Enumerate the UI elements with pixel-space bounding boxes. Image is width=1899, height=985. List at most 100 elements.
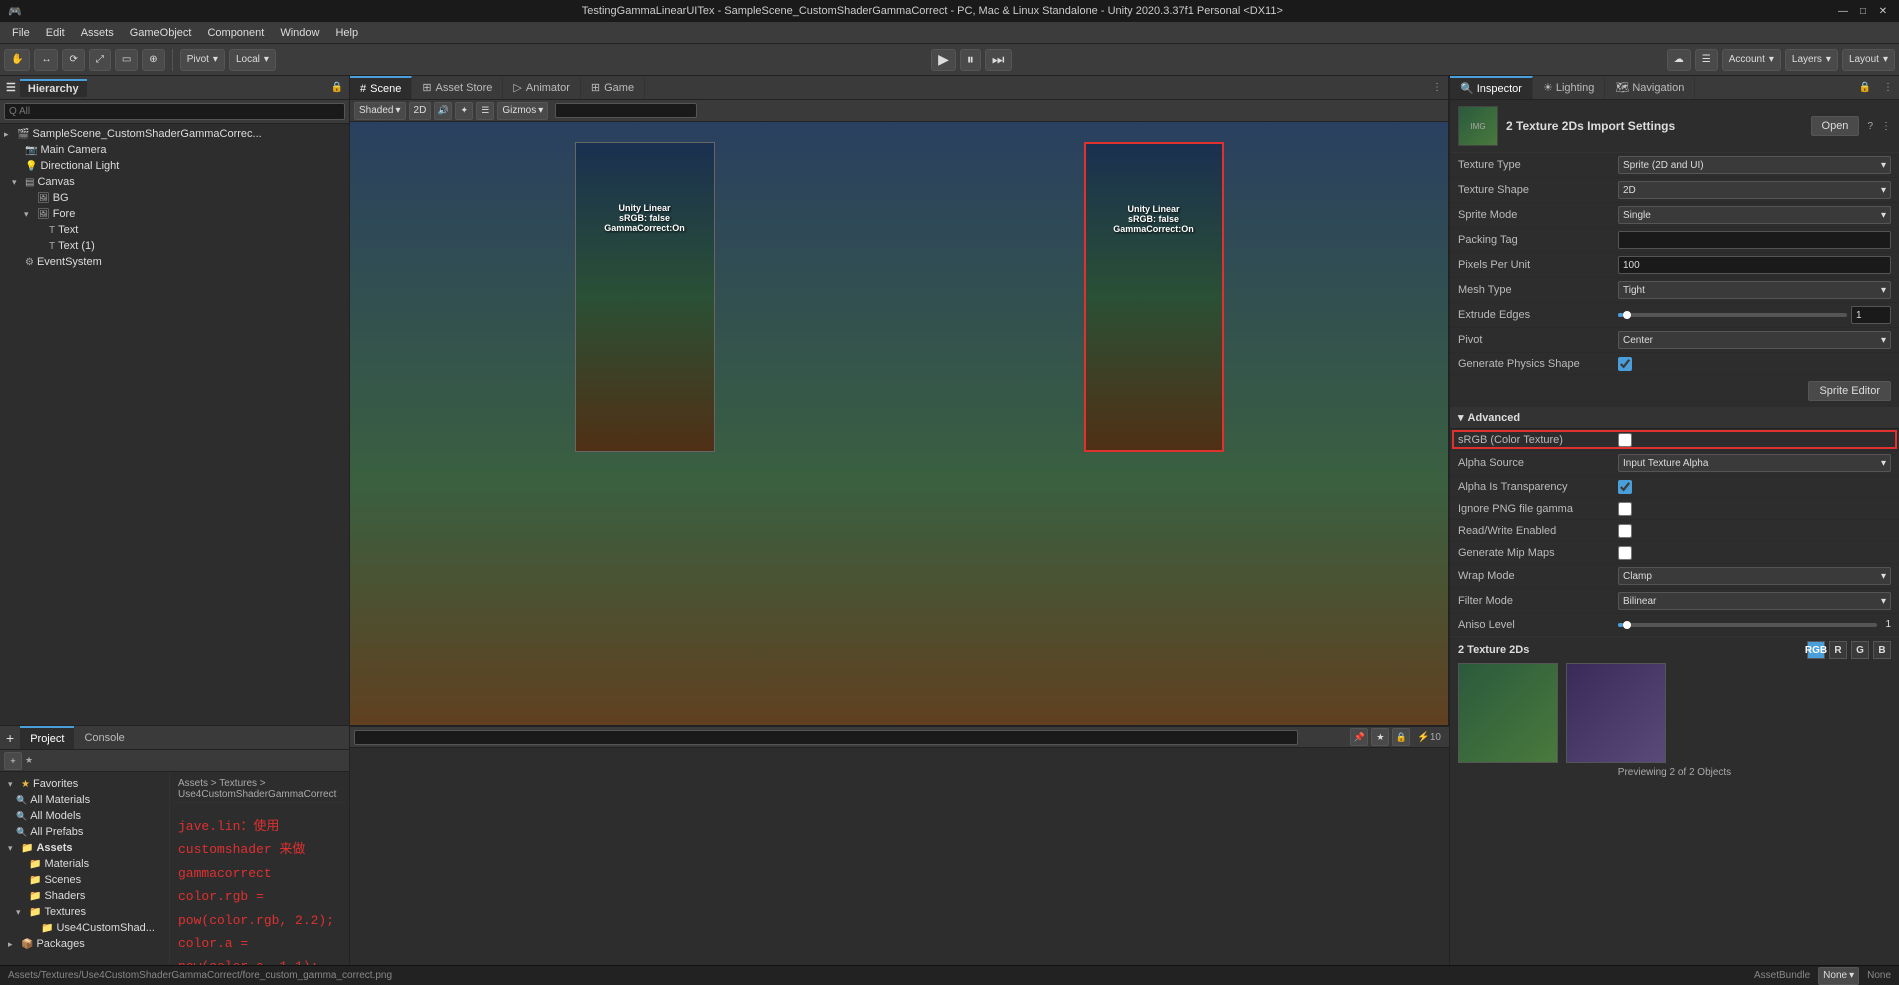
pause-button[interactable]: ⏸ [960, 49, 981, 71]
mode-2d-btn[interactable]: 2D [409, 102, 432, 120]
transform-scale[interactable]: ⤢ [89, 49, 111, 71]
tab-game[interactable]: ⊞ Game [581, 76, 645, 99]
pixels-per-unit-input[interactable] [1618, 256, 1891, 274]
hierarchy-lock[interactable]: 🔒 [331, 82, 343, 93]
alpha-source-dropdown[interactable]: Input Texture Alpha ▾ [1618, 454, 1891, 472]
read-write-checkbox[interactable] [1618, 524, 1632, 538]
list-item[interactable]: T Text [0, 222, 349, 238]
bottom-star-btn[interactable]: ★ [1371, 728, 1389, 746]
advanced-section-header[interactable]: ▾ Advanced [1450, 407, 1899, 429]
alpha-transparency-checkbox[interactable] [1618, 480, 1632, 494]
shading-dropdown[interactable]: Shaded ▾ [354, 102, 406, 120]
aniso-slider[interactable] [1618, 623, 1877, 627]
tab-lighting[interactable]: ☀ Lighting [1533, 76, 1605, 99]
list-item[interactable]: 🔍 All Materials [4, 792, 165, 808]
sprite-mode-dropdown[interactable]: Single ▾ [1618, 206, 1891, 224]
menu-help[interactable]: Help [327, 25, 366, 41]
transform-hand[interactable]: ✋ [4, 49, 30, 71]
close-button[interactable]: ✕ [1875, 3, 1891, 19]
menu-edit[interactable]: Edit [38, 25, 73, 41]
filter-mode-dropdown[interactable]: Bilinear ▾ [1618, 592, 1891, 610]
tab-animator[interactable]: ▷ Animator [503, 76, 581, 99]
open-button[interactable]: Open [1811, 116, 1860, 136]
list-item[interactable]: 📁 Shaders [4, 888, 165, 904]
collab-btn[interactable]: ☁ [1667, 49, 1691, 71]
hierarchy-search-input[interactable] [4, 103, 345, 120]
transform-rect[interactable]: ▭ [115, 49, 138, 71]
list-item[interactable]: ▾ 📁 Textures [4, 904, 165, 920]
bottom-search-input[interactable] [354, 730, 1298, 745]
list-item[interactable]: ▾ ▤ Canvas [0, 174, 349, 190]
extrude-slider[interactable] [1618, 313, 1847, 317]
step-button[interactable]: ⏭ [985, 49, 1012, 71]
services-btn[interactable]: ☰ [1695, 49, 1718, 71]
sprite-editor-button[interactable]: Sprite Editor [1808, 381, 1891, 401]
gizmos-dropdown[interactable]: Gizmos ▾ [497, 102, 548, 120]
tab-console[interactable]: Console [74, 726, 134, 749]
list-item[interactable]: ⚙ EventSystem [0, 254, 349, 270]
list-item[interactable]: T Text (1) [0, 238, 349, 254]
packing-tag-input[interactable] [1618, 231, 1891, 249]
menu-assets[interactable]: Assets [73, 25, 122, 41]
list-item[interactable]: 📷 Main Camera [0, 142, 349, 158]
texture-shape-dropdown[interactable]: 2D ▾ [1618, 181, 1891, 199]
ignore-png-checkbox[interactable] [1618, 502, 1632, 516]
bottom-pin-btn[interactable]: 📌 [1350, 728, 1368, 746]
menu-window[interactable]: Window [272, 25, 327, 41]
layout-dropdown[interactable]: Layout ▾ [1842, 49, 1895, 71]
tab-project[interactable]: Project [20, 726, 74, 749]
list-item[interactable]: ▸ 🎬 SampleScene_CustomShaderGammaCorrec.… [0, 126, 349, 142]
bottom-lock-btn[interactable]: 🔒 [1392, 728, 1410, 746]
inspector-menu-icon[interactable]: ⋮ [1877, 76, 1899, 99]
menu-gameobject[interactable]: GameObject [122, 25, 200, 41]
mesh-type-dropdown[interactable]: Tight ▾ [1618, 281, 1891, 299]
list-item[interactable]: 📁 Materials [4, 856, 165, 872]
channel-r-btn[interactable]: R [1829, 641, 1847, 659]
list-item[interactable]: 🔍 All Prefabs [4, 824, 165, 840]
srgb-checkbox[interactable] [1618, 433, 1632, 447]
list-item[interactable]: ▾ 🖼 Fore [0, 206, 349, 222]
list-item[interactable]: 📁 Use4CustomShad... [4, 920, 165, 936]
scene-search-input[interactable] [555, 103, 697, 118]
plus-button[interactable]: + [0, 726, 20, 749]
generate-mip-checkbox[interactable] [1618, 546, 1632, 560]
account-dropdown[interactable]: Account ▾ [1722, 49, 1781, 71]
play-button[interactable]: ▶ [931, 49, 956, 71]
list-item[interactable]: ▸ 📦 Packages [4, 936, 165, 952]
project-plus-btn[interactable]: + [4, 752, 22, 770]
inspector-lock-icon[interactable]: 🔒 [1853, 76, 1877, 99]
transform-rotate[interactable]: ⟳ [62, 49, 84, 71]
scene-options-btn[interactable]: ☰ [476, 102, 494, 120]
tab-scene[interactable]: # Scene [350, 76, 412, 99]
transform-move[interactable]: ↔ [34, 49, 58, 71]
list-item[interactable]: 📁 Scenes [4, 872, 165, 888]
fx-btn[interactable]: ✦ [455, 102, 473, 120]
channel-rgb-btn[interactable]: RGB [1807, 641, 1825, 659]
inspector-options-icon[interactable]: ⋮ [1881, 121, 1891, 132]
audio-btn[interactable]: 🔊 [434, 102, 452, 120]
texture-type-dropdown[interactable]: Sprite (2D and UI) ▾ [1618, 156, 1891, 174]
minimize-button[interactable]: — [1835, 3, 1851, 19]
generate-physics-checkbox[interactable] [1618, 357, 1632, 371]
extrude-edges-input[interactable] [1851, 306, 1891, 324]
pivot-dropdown-prop[interactable]: Center ▾ [1618, 331, 1891, 349]
layers-dropdown[interactable]: Layers ▾ [1785, 49, 1838, 71]
channel-g-btn[interactable]: G [1851, 641, 1869, 659]
assetbundle-dropdown[interactable]: None ▾ [1818, 967, 1859, 985]
list-item[interactable]: 💡 Directional Light [0, 158, 349, 174]
list-item[interactable]: 🔍 All Models [4, 808, 165, 824]
tab-navigation[interactable]: 🗺 Navigation [1605, 76, 1695, 99]
hierarchy-tab[interactable]: Hierarchy [20, 79, 87, 97]
pivot-dropdown[interactable]: Pivot ▾ [180, 49, 225, 71]
tab-inspector[interactable]: 🔍 Inspector [1450, 76, 1533, 99]
list-item[interactable]: ▾ 📁 Assets [4, 840, 165, 856]
channel-b-btn[interactable]: B [1873, 641, 1891, 659]
menu-component[interactable]: Component [199, 25, 272, 41]
list-item[interactable]: 🖼 BG [0, 190, 349, 206]
tab-asset-store[interactable]: ⊞ Asset Store [412, 76, 503, 99]
transform-multi[interactable]: ⊕ [142, 49, 164, 71]
local-dropdown[interactable]: Local ▾ [229, 49, 276, 71]
menu-file[interactable]: File [4, 25, 38, 41]
list-item[interactable]: ▾ ★ Favorites [4, 776, 165, 792]
wrap-mode-dropdown[interactable]: Clamp ▾ [1618, 567, 1891, 585]
